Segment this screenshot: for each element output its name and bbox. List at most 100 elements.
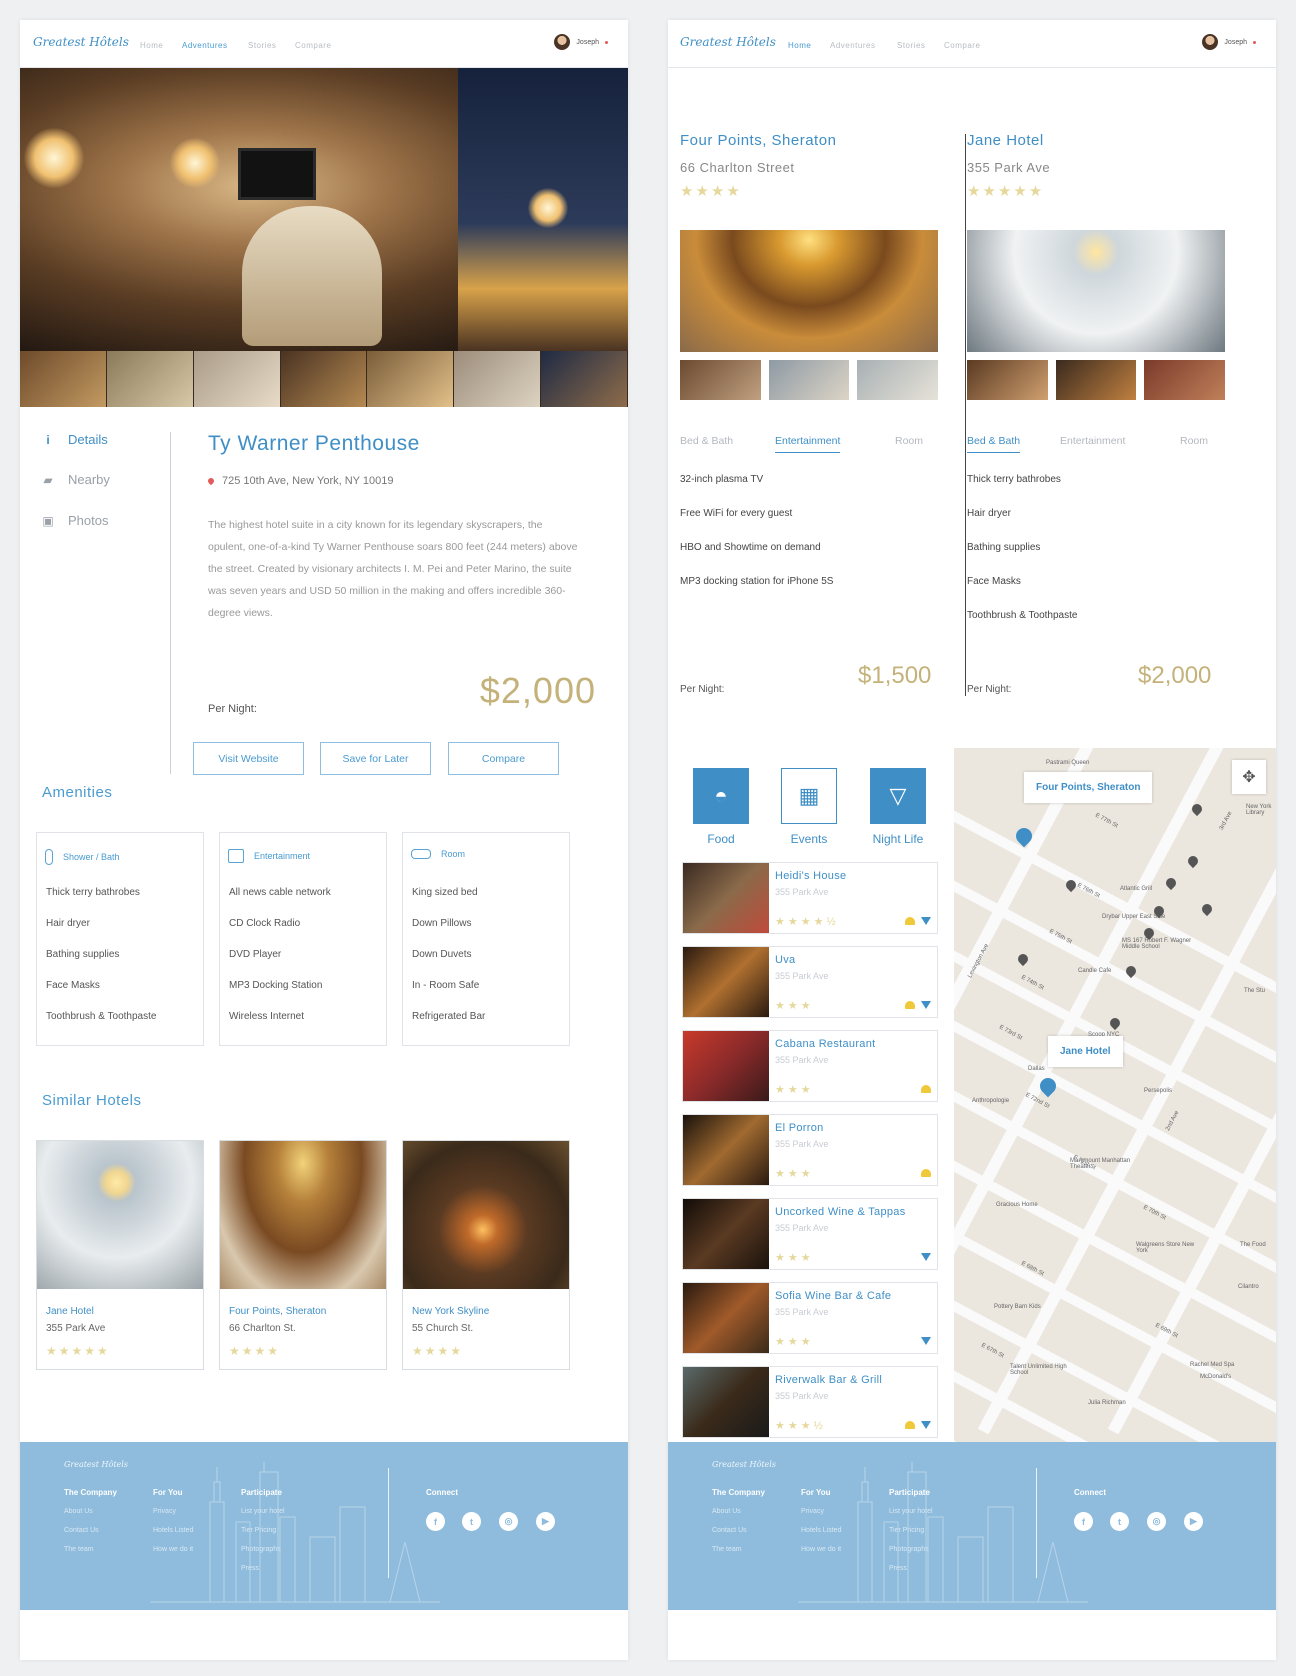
site-logo[interactable]: Greatest Hôtels <box>680 35 776 49</box>
map-place-label[interactable]: The Stu <box>1244 988 1265 994</box>
map-place-label[interactable]: Dallas <box>1028 1066 1045 1072</box>
place-list-item[interactable]: Cabana Restaurant 355 Park Ave ★★★ <box>682 1030 938 1102</box>
place-list-item[interactable]: El Porron 355 Park Ave ★★★ <box>682 1114 938 1186</box>
footer-link[interactable]: The team <box>712 1546 742 1553</box>
map-place-label[interactable]: Rachel Med Spa <box>1190 1362 1234 1368</box>
nightlife-category-button[interactable]: ▽ <box>870 768 926 824</box>
similar-hotel-card[interactable]: New York Skyline 55 Church St. ★★★★ <box>402 1140 570 1370</box>
nav-link-stories[interactable]: Stories <box>248 41 276 50</box>
map-place-label[interactable]: McDonald's <box>1200 1374 1231 1380</box>
thumbnail[interactable] <box>20 351 107 407</box>
map-place-label[interactable]: Persepolis <box>1144 1088 1172 1094</box>
map-place-label[interactable]: Walgreens Store New York <box>1136 1242 1196 1254</box>
footer-link[interactable]: Privacy <box>153 1508 176 1515</box>
map-pin[interactable] <box>1107 1015 1123 1031</box>
footer-link[interactable]: About Us <box>712 1508 741 1515</box>
map-pin[interactable] <box>1185 853 1201 869</box>
footer-logo[interactable]: Greatest Hôtels <box>712 1460 776 1469</box>
tab-room[interactable]: Room <box>1180 435 1208 447</box>
footer-link[interactable]: How we do it <box>801 1546 841 1553</box>
events-category-button[interactable]: ▦ <box>781 768 837 824</box>
nav-link-compare[interactable]: Compare <box>944 41 980 50</box>
map-place-label[interactable]: Candle Cafe <box>1078 968 1111 974</box>
map-place-label[interactable]: Cilantro <box>1238 1284 1259 1290</box>
thumbnail[interactable] <box>768 360 850 400</box>
map-place-label[interactable]: Gracious Home <box>996 1202 1038 1208</box>
twitter-icon[interactable]: t <box>1110 1512 1129 1531</box>
thumbnail[interactable] <box>680 360 761 400</box>
site-logo[interactable]: Greatest Hôtels <box>33 35 129 49</box>
hotel-photo[interactable] <box>967 230 1225 352</box>
thumbnail[interactable] <box>857 360 939 400</box>
facebook-icon[interactable]: f <box>1074 1512 1093 1531</box>
footer-link[interactable]: Hotels Listed <box>801 1527 841 1534</box>
visit-website-button[interactable]: Visit Website <box>193 742 304 775</box>
food-category-button[interactable]: ◓ <box>693 768 749 824</box>
place-list-item[interactable]: Uva 355 Park Ave ★★★ <box>682 946 938 1018</box>
youtube-icon[interactable]: ▶ <box>536 1512 555 1531</box>
footer-link[interactable]: How we do it <box>153 1546 193 1553</box>
sidebar-item-nearby[interactable]: ▰ Nearby <box>42 472 110 487</box>
map-place-label[interactable]: The Food <box>1240 1242 1266 1248</box>
sidebar-item-photos[interactable]: ▣ Photos <box>42 513 108 528</box>
thumbnail[interactable] <box>454 351 542 407</box>
footer-link[interactable]: Photographs <box>241 1546 281 1553</box>
twitter-icon[interactable]: t <box>462 1512 481 1531</box>
sidebar-item-details[interactable]: i Details <box>42 432 107 447</box>
map-place-label[interactable]: MS 167 Robert F. Wagner Middle School <box>1122 938 1192 950</box>
footer-link[interactable]: Contact Us <box>712 1527 747 1534</box>
nav-link-adventures[interactable]: Adventures <box>182 41 227 50</box>
map-place-label[interactable]: Pastrami Queen <box>1046 760 1089 766</box>
tab-bed-bath[interactable]: Bed & Bath <box>967 435 1021 453</box>
footer-link[interactable]: Hotels Listed <box>153 1527 193 1534</box>
thumbnail[interactable] <box>106 351 194 407</box>
user-menu[interactable]: Joseph <box>1202 34 1256 50</box>
nav-link-home[interactable]: Home <box>788 41 811 50</box>
nav-link-stories[interactable]: Stories <box>897 41 925 50</box>
tab-entertainment[interactable]: Entertainment <box>1060 435 1125 447</box>
footer-link[interactable]: Press <box>889 1565 907 1572</box>
instagram-icon[interactable]: ◎ <box>499 1512 518 1531</box>
footer-link[interactable]: The team <box>64 1546 94 1553</box>
similar-hotel-card[interactable]: Four Points, Sheraton 66 Charlton St. ★★… <box>219 1140 387 1370</box>
footer-link[interactable]: Tier Pricing <box>241 1527 276 1534</box>
facebook-icon[interactable]: f <box>426 1512 445 1531</box>
map-pin[interactable] <box>1015 951 1031 967</box>
map-hotel-label[interactable]: Four Points, Sheraton <box>1024 772 1153 803</box>
neighborhood-map[interactable]: E 77th St E 76th St E 75th St E 74th St … <box>954 748 1276 1458</box>
map-place-label[interactable]: Pottery Barn Kids <box>994 1304 1041 1310</box>
instagram-icon[interactable]: ◎ <box>1147 1512 1166 1531</box>
place-list-item[interactable]: Uncorked Wine & Tappas 355 Park Ave ★★★ <box>682 1198 938 1270</box>
move-arrows-icon[interactable]: ✥ <box>1232 760 1266 794</box>
place-list-item[interactable]: Riverwalk Bar & Grill 355 Park Ave ★★★½ <box>682 1366 938 1438</box>
thumbnail[interactable] <box>280 351 368 407</box>
map-place-label[interactable]: Marymount Manhattan Theater <box>1070 1158 1140 1170</box>
map-place-label[interactable]: Anthropologie <box>972 1098 1009 1104</box>
thumbnail[interactable] <box>967 360 1048 400</box>
tab-room[interactable]: Room <box>895 435 923 447</box>
footer-link[interactable]: Photographs <box>889 1546 929 1553</box>
footer-link[interactable]: Contact Us <box>64 1527 99 1534</box>
youtube-icon[interactable]: ▶ <box>1184 1512 1203 1531</box>
map-place-label[interactable]: Talent Unlimited High School <box>1010 1364 1070 1376</box>
thumbnail[interactable] <box>193 351 281 407</box>
save-for-later-button[interactable]: Save for Later <box>320 742 431 775</box>
footer-link[interactable]: Tier Pricing <box>889 1527 924 1534</box>
user-menu[interactable]: Joseph <box>554 34 608 50</box>
tab-bed-bath[interactable]: Bed & Bath <box>680 435 733 447</box>
footer-link[interactable]: List your hotel <box>889 1508 933 1515</box>
nav-link-adventures[interactable]: Adventures <box>830 41 875 50</box>
hero-photo[interactable] <box>20 68 628 351</box>
thumbnail[interactable] <box>1055 360 1137 400</box>
map-hotel-label[interactable]: Jane Hotel <box>1048 1036 1123 1067</box>
footer-logo[interactable]: Greatest Hôtels <box>64 1460 128 1469</box>
compare-button[interactable]: Compare <box>448 742 559 775</box>
map-pin[interactable] <box>1163 875 1179 891</box>
map-place-label[interactable]: Atlantic Grill <box>1120 886 1152 892</box>
map-pin[interactable] <box>1199 901 1215 917</box>
footer-link[interactable]: List your hotel <box>241 1508 285 1515</box>
place-list-item[interactable]: Heidi's House 355 Park Ave ★★★★½ <box>682 862 938 934</box>
tab-entertainment[interactable]: Entertainment <box>775 435 841 453</box>
thumbnail[interactable] <box>1144 360 1226 400</box>
footer-link[interactable]: Privacy <box>801 1508 824 1515</box>
